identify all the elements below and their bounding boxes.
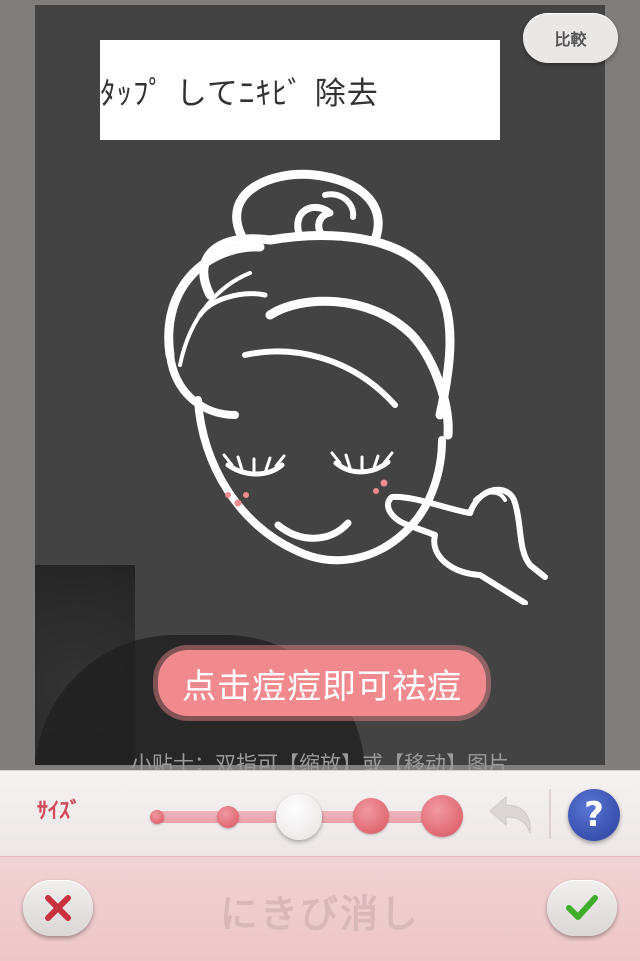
hint-banner: 点击痘痘即可祛痘 <box>158 650 486 716</box>
toolbar-divider <box>549 789 551 839</box>
brush-size-xl[interactable] <box>421 795 463 837</box>
brush-size-l[interactable] <box>353 798 389 834</box>
bottom-action-bar: にきび消し <box>0 856 640 961</box>
confirm-button[interactable] <box>547 880 617 936</box>
photo-stage[interactable]: ﾀｯﾌﾟ してﾆｷﾋﾞ 除去 比較 点击痘痘即可祛痘 小贴士：双指可【缩放】或【… <box>0 0 640 776</box>
compare-button[interactable]: 比較 <box>523 13 618 63</box>
brush-size-xs[interactable] <box>150 810 164 824</box>
size-label: ｻｲｽﾞ <box>37 799 82 824</box>
brush-toolbar: ｻｲｽﾞ ? <box>0 770 640 857</box>
undo-arrow-icon[interactable] <box>484 793 536 837</box>
screen-title: にきび消し <box>219 892 420 936</box>
brush-size-m[interactable] <box>276 794 322 840</box>
face-tap-illustration <box>164 169 548 605</box>
help-button[interactable]: ? <box>568 789 620 841</box>
question-icon: ? <box>584 795 604 835</box>
checkmark-icon <box>566 895 598 920</box>
instruction-title-box: ﾀｯﾌﾟ してﾆｷﾋﾞ 除去 <box>100 40 500 140</box>
brush-size-s[interactable] <box>217 806 239 828</box>
instruction-title: ﾀｯﾌﾟ してﾆｷﾋﾞ 除去 <box>100 75 379 112</box>
